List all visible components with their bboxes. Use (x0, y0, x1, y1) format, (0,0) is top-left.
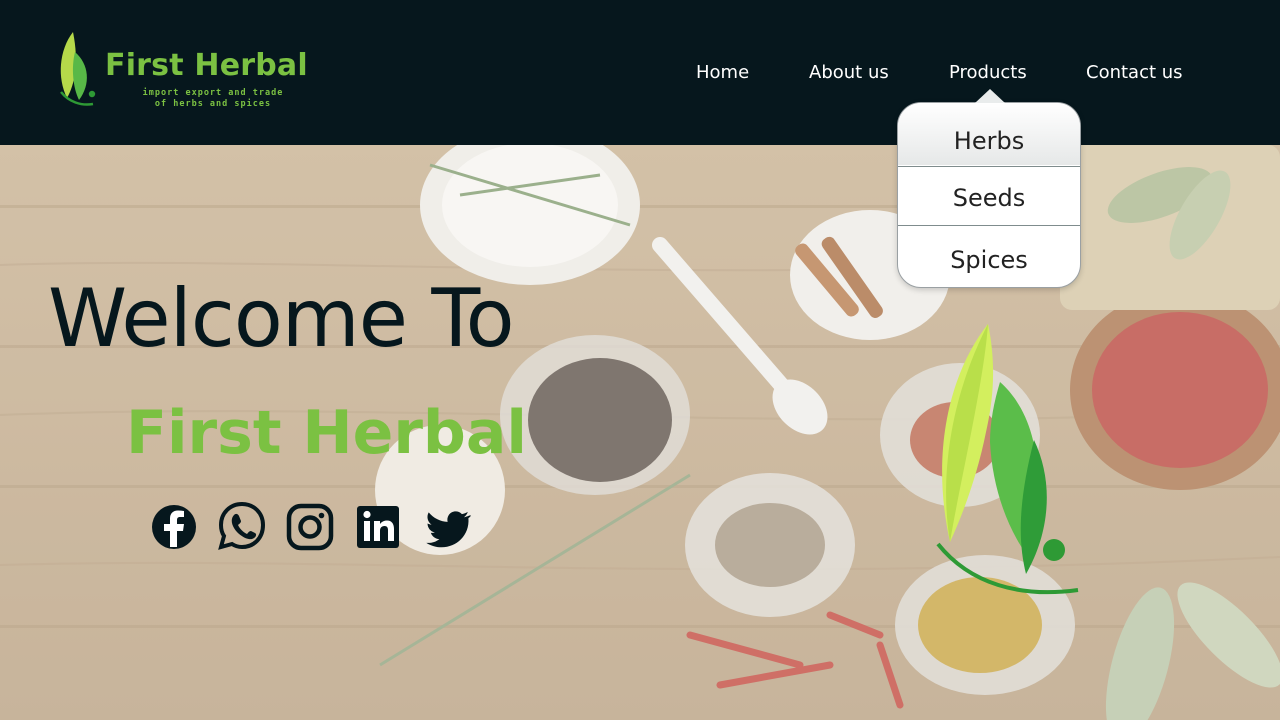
instagram-icon[interactable] (286, 500, 336, 556)
nav-home-link[interactable]: Home (696, 62, 749, 83)
logo-title: First Herbal (105, 48, 308, 83)
nav-contact-link[interactable]: Contact us (1086, 62, 1183, 83)
linkedin-icon[interactable] (354, 500, 404, 556)
products-dropdown: Herbs Seeds Spices (897, 102, 1081, 288)
nav-products-link[interactable]: Products (949, 62, 1027, 83)
logo-tagline-line1: import export and trade (142, 88, 284, 98)
dropdown-item-herbs[interactable]: Herbs (898, 103, 1080, 165)
top-navbar: First Herbal import export and trade of … (0, 0, 1280, 145)
whatsapp-icon[interactable] (218, 500, 268, 556)
hero-brand-name: First Herbal (126, 398, 527, 468)
site-logo[interactable]: First Herbal import export and trade of … (55, 28, 315, 113)
logo-tagline: import export and trade of herbs and spi… (113, 88, 313, 110)
dropdown-item-spices[interactable]: Spices (898, 225, 1080, 287)
dropdown-pointer (975, 89, 1005, 103)
twitter-icon[interactable] (422, 500, 472, 556)
welcome-heading: Welcome To (48, 272, 515, 365)
nav-about-link[interactable]: About us (809, 62, 889, 83)
dropdown-item-seeds[interactable]: Seeds (898, 166, 1080, 225)
facebook-icon[interactable] (150, 500, 200, 556)
leaf-logo-large-icon (936, 324, 1079, 595)
leaf-logo-icon (60, 32, 96, 106)
logo-tagline-line2: of herbs and spices (154, 99, 272, 109)
